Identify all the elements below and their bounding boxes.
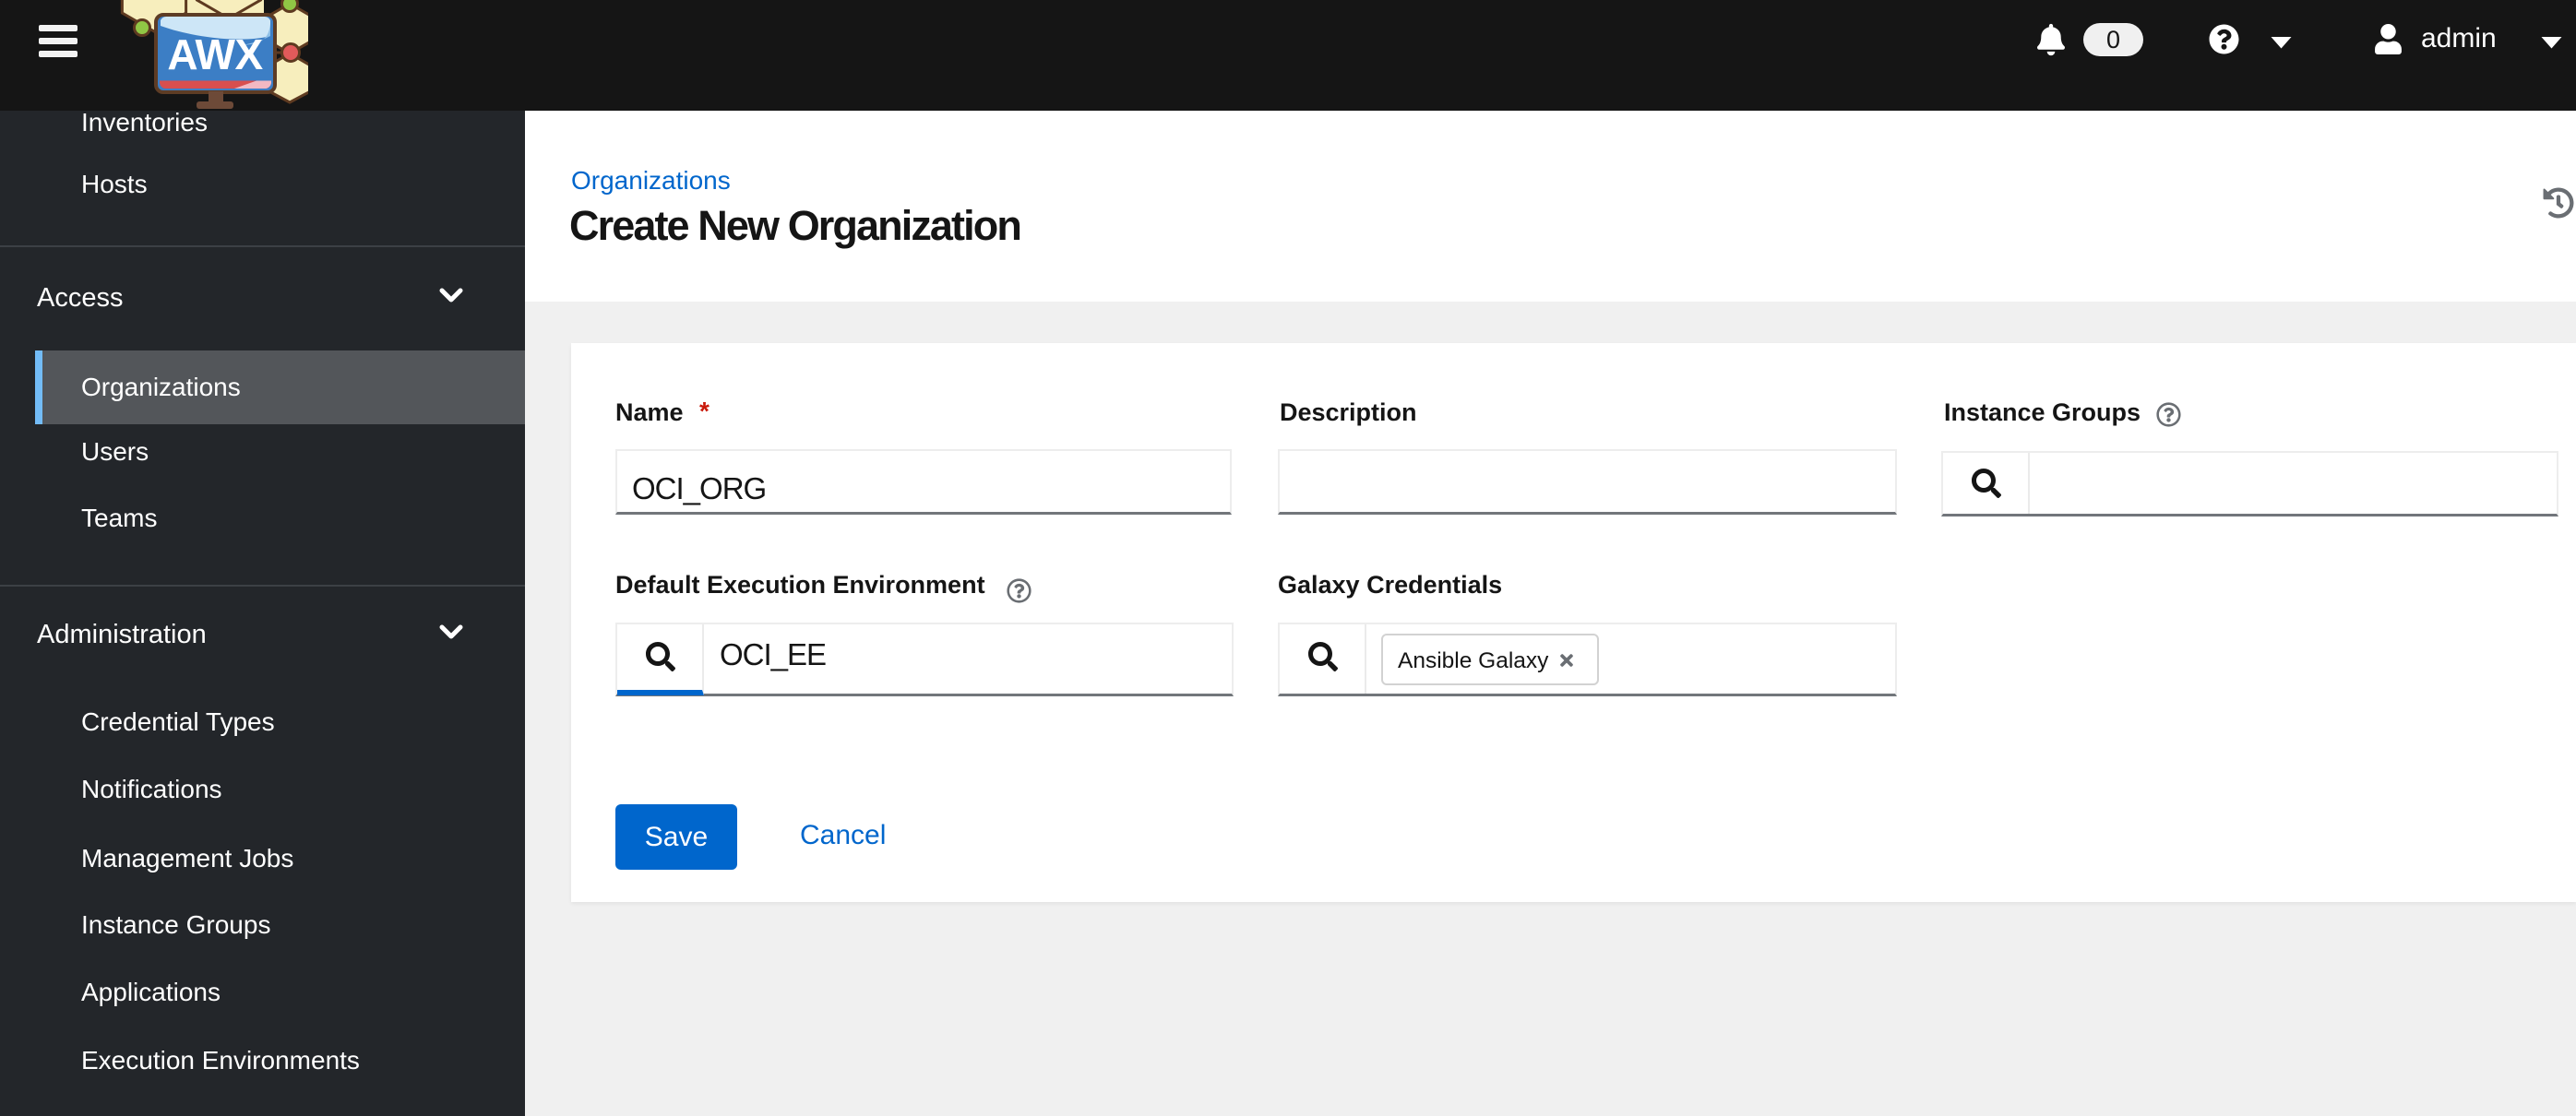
svg-text:AWX: AWX xyxy=(167,30,263,78)
